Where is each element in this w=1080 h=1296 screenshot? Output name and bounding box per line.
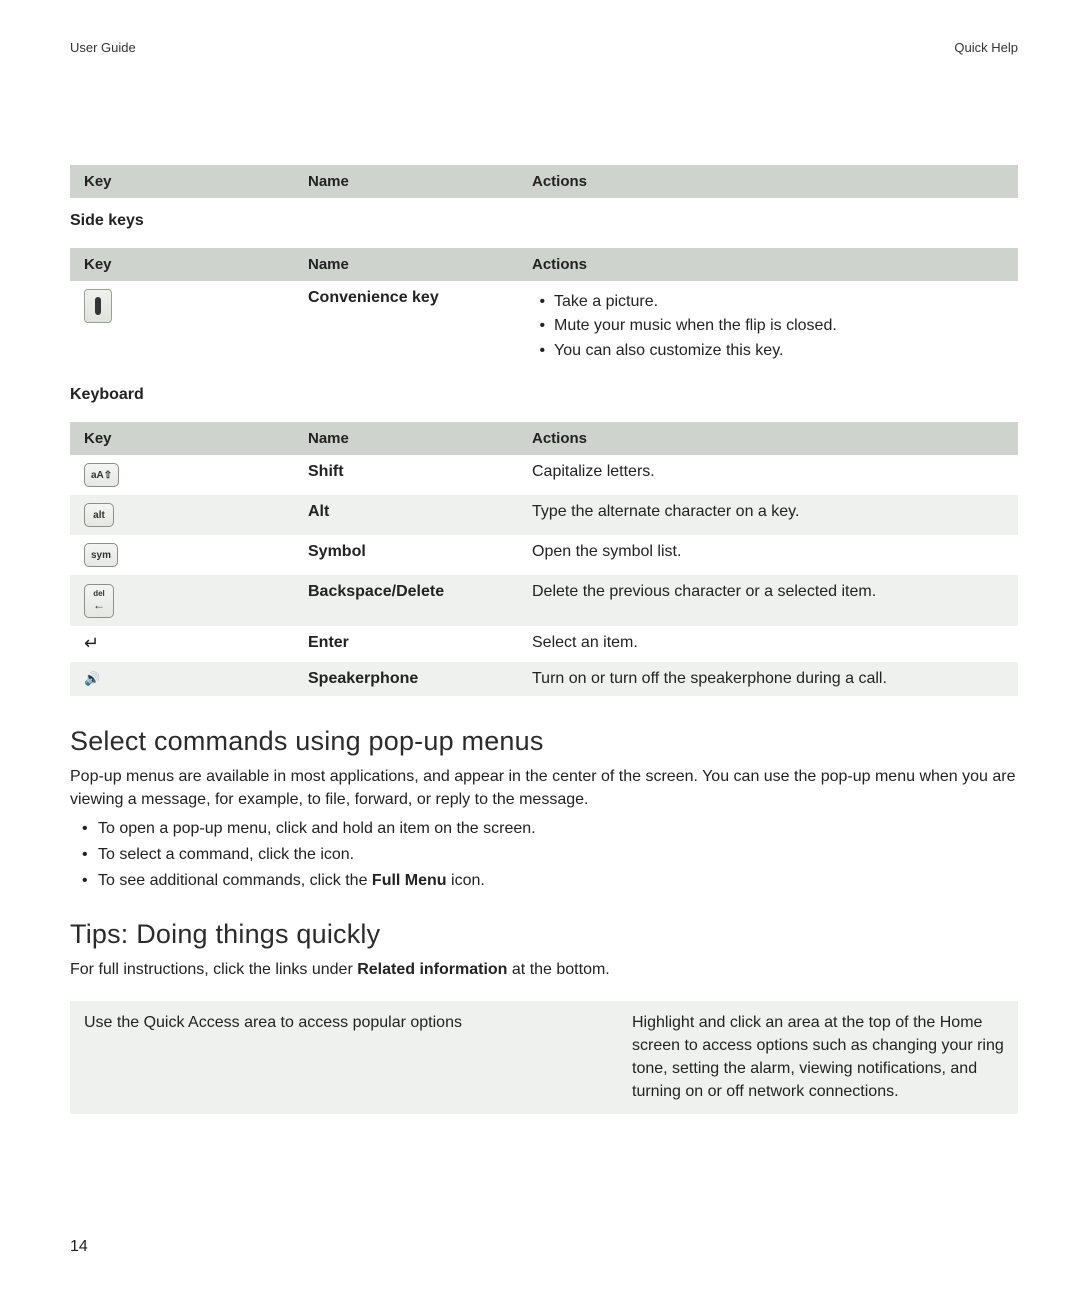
table-row: alt Alt Type the alternate character on … <box>70 495 1018 535</box>
related-information-label: Related information <box>357 961 507 978</box>
table-row: ↵ Enter Select an item. <box>70 626 1018 662</box>
name-cell: Shift <box>294 455 518 495</box>
header-left: User Guide <box>70 40 136 55</box>
col-key: Key <box>70 248 294 281</box>
action-item: You can also customize this key. <box>554 340 1008 362</box>
del-keycap-icon: del ← <box>84 584 114 618</box>
key-cell: 🔊 <box>70 662 294 696</box>
col-name: Name <box>294 165 518 198</box>
table-row: 🔊 Speakerphone Turn on or turn off the s… <box>70 662 1018 696</box>
empty-header-table: Key Name Actions <box>70 165 1018 198</box>
actions-cell: Delete the previous character or a selec… <box>518 575 1018 626</box>
keyboard-table: Key Name Actions aA⇧ Shift Capitalize le… <box>70 422 1018 696</box>
col-key: Key <box>70 165 294 198</box>
text: For full instructions, click the links u… <box>70 961 357 978</box>
convenience-key-icon <box>84 289 112 323</box>
text: at the bottom. <box>507 961 609 978</box>
page-number: 14 <box>70 1238 88 1256</box>
key-cell: alt <box>70 495 294 535</box>
header-right: Quick Help <box>954 40 1018 55</box>
name-cell: Enter <box>294 626 518 662</box>
table-row: del ← Backspace/Delete Delete the previo… <box>70 575 1018 626</box>
actions-cell: Turn on or turn off the speakerphone dur… <box>518 662 1018 696</box>
table-row: aA⇧ Shift Capitalize letters. <box>70 455 1018 495</box>
enter-keycap-icon: ↵ <box>84 633 99 653</box>
key-name: Enter <box>308 634 349 651</box>
alt-keycap-icon: alt <box>84 503 114 527</box>
name-cell: Symbol <box>294 535 518 575</box>
section-keyboard: Keyboard <box>70 386 1018 404</box>
key-cell: sym <box>70 535 294 575</box>
name-cell: Speakerphone <box>294 662 518 696</box>
section-side-keys: Side keys <box>70 212 1018 230</box>
key-name: Symbol <box>308 543 366 560</box>
list-item: To see additional commands, click the Fu… <box>92 869 1018 892</box>
key-cell: del ← <box>70 575 294 626</box>
key-name: Backspace/Delete <box>308 583 444 600</box>
tips-table: Use the Quick Access area to access popu… <box>70 1001 1018 1114</box>
key-name: Speakerphone <box>308 670 418 687</box>
action-item: Mute your music when the flip is closed. <box>554 315 1008 337</box>
col-actions: Actions <box>518 165 1018 198</box>
full-menu-label: Full Menu <box>372 872 447 889</box>
actions-cell: Capitalize letters. <box>518 455 1018 495</box>
tips-intro: For full instructions, click the links u… <box>70 958 1018 981</box>
action-item: Take a picture. <box>554 291 1008 313</box>
key-cell: ↵ <box>70 626 294 662</box>
heading-tips: Tips: Doing things quickly <box>70 919 1018 950</box>
key-name: Alt <box>308 503 329 520</box>
heading-popup-menus: Select commands using pop-up menus <box>70 726 1018 757</box>
sym-keycap-icon: sym <box>84 543 118 567</box>
list-item: To select a command, click the icon. <box>92 843 1018 866</box>
name-cell: Backspace/Delete <box>294 575 518 626</box>
actions-cell: Type the alternate character on a key. <box>518 495 1018 535</box>
key-cell <box>70 281 294 372</box>
col-name: Name <box>294 422 518 455</box>
side-keys-table: Key Name Actions Convenience key Take a … <box>70 248 1018 372</box>
actions-cell: Select an item. <box>518 626 1018 662</box>
tip-title: Use the Quick Access area to access popu… <box>70 1001 618 1114</box>
running-header: User Guide Quick Help <box>70 40 1018 55</box>
shift-keycap-icon: aA⇧ <box>84 463 119 487</box>
col-actions: Actions <box>518 248 1018 281</box>
table-row: Use the Quick Access area to access popu… <box>70 1001 1018 1114</box>
popup-paragraph: Pop-up menus are available in most appli… <box>70 765 1018 811</box>
key-name: Convenience key <box>308 289 439 306</box>
del-label: del <box>93 590 105 598</box>
tip-desc: Highlight and click an area at the top o… <box>618 1001 1018 1114</box>
name-cell: Convenience key <box>294 281 518 372</box>
key-cell: aA⇧ <box>70 455 294 495</box>
backspace-arrow-icon: ← <box>93 599 105 611</box>
col-key: Key <box>70 422 294 455</box>
table-row: Convenience key Take a picture. Mute you… <box>70 281 1018 372</box>
actions-cell: Take a picture. Mute your music when the… <box>518 281 1018 372</box>
list-item: To open a pop-up menu, click and hold an… <box>92 817 1018 840</box>
actions-cell: Open the symbol list. <box>518 535 1018 575</box>
key-name: Shift <box>308 463 344 480</box>
text: To see additional commands, click the <box>98 872 372 889</box>
col-name: Name <box>294 248 518 281</box>
col-actions: Actions <box>518 422 1018 455</box>
speaker-keycap-icon: 🔊 <box>84 671 100 686</box>
popup-bullet-list: To open a pop-up menu, click and hold an… <box>92 817 1018 893</box>
name-cell: Alt <box>294 495 518 535</box>
table-row: sym Symbol Open the symbol list. <box>70 535 1018 575</box>
text: icon. <box>447 872 485 889</box>
